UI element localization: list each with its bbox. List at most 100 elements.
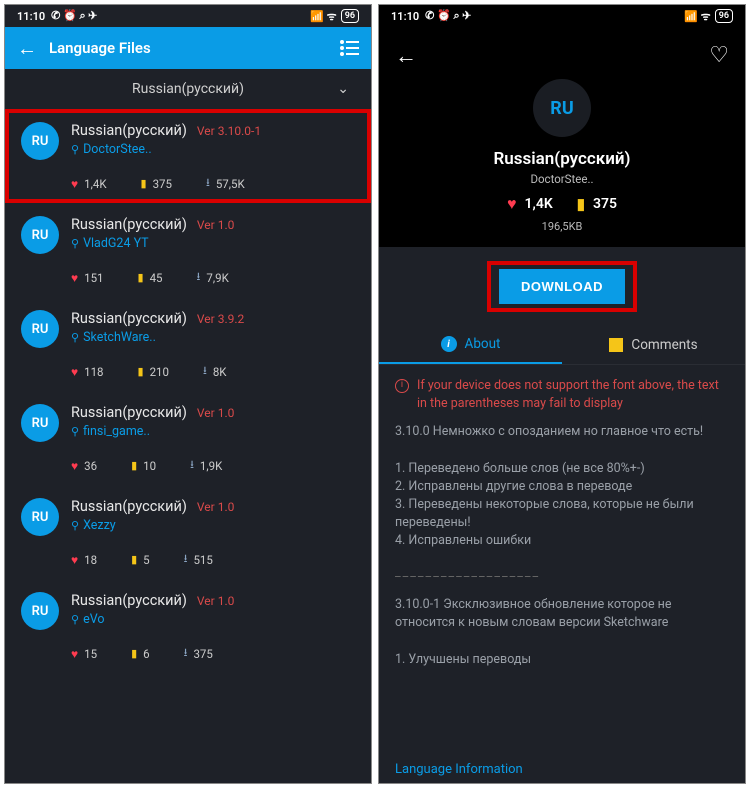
warning-row: i If your device does not support the fo… <box>395 377 729 413</box>
downloads-count: 57,5K <box>216 177 245 191</box>
item-author: Xezzy <box>83 518 116 533</box>
status-bar: 11:10 ✆ ⏰ ⌕ ✈ 📶 ᯤ 96 <box>5 5 371 27</box>
download-icon: ⭳ <box>184 550 188 569</box>
download-button[interactable]: DOWNLOAD <box>499 269 625 304</box>
comment-icon: ▮ <box>138 271 144 284</box>
likes-count: 36 <box>84 459 97 473</box>
comment-icon: ▮ <box>577 195 585 213</box>
body-line: 3. Переведены некоторые слова, которые н… <box>395 496 729 532</box>
comment-icon: ▮ <box>131 553 137 566</box>
separator: ___________________ <box>395 564 729 582</box>
tab-comments[interactable]: Comments <box>562 326 745 364</box>
detail-comments: 375 <box>593 196 617 212</box>
detail-likes: 1,4K <box>525 196 553 212</box>
favorite-icon[interactable]: ♡ <box>709 43 729 69</box>
item-author: finsi_game.. <box>83 424 150 439</box>
person-icon: ⚲ <box>71 613 79 626</box>
info-icon: i <box>441 336 457 352</box>
list-item[interactable]: RU Russian(русский) Ver 1.0 ⚲ finsi_game… <box>5 391 371 485</box>
body-line: 4. Исправлены ошибки <box>395 532 729 550</box>
item-version: Ver 3.10.0-1 <box>197 124 261 138</box>
status-time: 11:10 <box>17 10 45 23</box>
status-icons-left: ✆ ⏰ ⌕ ✈ <box>425 9 471 23</box>
language-list: RU Russian(русский) Ver 3.10.0-1 ⚲ Docto… <box>5 109 371 783</box>
download-icon: ⭳ <box>203 362 207 381</box>
heart-icon: ♥ <box>71 177 78 191</box>
list-item[interactable]: RU Russian(русский) Ver 1.0 ⚲ VladG24 YT… <box>5 203 371 297</box>
comments-count: 10 <box>143 459 156 473</box>
avatar: RU <box>21 404 59 442</box>
tab-about-label: About <box>465 336 501 352</box>
status-icons-left: ✆ ⏰ ⌕ ✈ <box>51 9 97 23</box>
status-time: 11:10 <box>391 10 419 23</box>
item-author: eVo <box>83 612 104 627</box>
item-title: Russian(русский) <box>71 404 187 421</box>
item-version: Ver 1.0 <box>197 406 234 420</box>
heart-icon: ♥ <box>507 194 517 214</box>
likes-count: 15 <box>84 647 97 661</box>
tab-about[interactable]: i About <box>379 326 562 364</box>
comments-count: 210 <box>150 365 169 379</box>
back-icon[interactable]: ← <box>17 36 37 61</box>
status-bar: 11:10 ✆ ⏰ ⌕ ✈ 📶 ᯤ 96 <box>379 5 745 27</box>
comments-count: 45 <box>150 271 163 285</box>
body-line: 1. Улучшены переводы <box>395 651 729 669</box>
list-item[interactable]: RU Russian(русский) Ver 3.10.0-1 ⚲ Docto… <box>5 109 371 203</box>
heart-icon: ♥ <box>71 459 78 473</box>
item-title: Russian(русский) <box>71 592 187 609</box>
detail-author: DoctorStee.. <box>530 172 593 186</box>
item-author: DoctorStee.. <box>83 142 152 157</box>
item-title: Russian(русский) <box>71 216 187 233</box>
person-icon: ⚲ <box>71 331 79 344</box>
avatar: RU <box>21 216 59 254</box>
list-item[interactable]: RU Russian(русский) Ver 1.0 ⚲ eVo ♥15 ▮6… <box>5 579 371 673</box>
download-highlight: DOWNLOAD <box>491 265 633 308</box>
battery-indicator: 96 <box>715 9 733 23</box>
person-icon: ⚲ <box>71 237 79 250</box>
likes-count: 18 <box>84 553 97 567</box>
person-icon: ⚲ <box>71 519 79 532</box>
detail-header: ← ♡ RU Russian(русский) DoctorStee.. ♥ 1,… <box>379 27 745 247</box>
view-list-icon[interactable] <box>339 40 359 56</box>
download-icon: ⭳ <box>206 174 210 193</box>
download-icon: ⭳ <box>190 456 194 475</box>
comment-icon: ▮ <box>141 177 147 190</box>
comments-count: 6 <box>143 647 149 661</box>
download-icon: ⭳ <box>184 644 188 663</box>
comment-icon: ▮ <box>131 647 137 660</box>
list-item[interactable]: RU Russian(русский) Ver 3.9.2 ⚲ SketchWa… <box>5 297 371 391</box>
filter-label: Russian(русский) <box>132 81 244 97</box>
comment-icon: ▮ <box>131 459 137 472</box>
detail-title: Russian(русский) <box>493 149 630 169</box>
body-line: 2. Исправлены другие слова в переводе <box>395 478 729 496</box>
item-version: Ver 1.0 <box>197 218 234 232</box>
body-line: 3.10.0-1 Эксклюзивное обновление которое… <box>395 596 729 632</box>
downloads-count: 8K <box>213 365 227 379</box>
list-item[interactable]: RU Russian(русский) Ver 1.0 ⚲ Xezzy ♥18 … <box>5 485 371 579</box>
item-author: SketchWare.. <box>83 330 156 345</box>
back-icon[interactable]: ← <box>395 43 417 69</box>
comments-count: 375 <box>153 177 172 191</box>
footer-link[interactable]: Language Information <box>379 762 745 783</box>
item-author: VladG24 YT <box>83 236 149 251</box>
avatar: RU <box>21 310 59 348</box>
person-icon: ⚲ <box>71 143 79 156</box>
comment-icon <box>609 338 623 352</box>
heart-icon: ♥ <box>71 553 78 567</box>
warning-icon: i <box>395 379 409 393</box>
downloads-count: 515 <box>193 553 212 567</box>
item-title: Russian(русский) <box>71 122 187 139</box>
downloads-count: 1,9K <box>200 459 222 473</box>
item-title: Russian(русский) <box>71 310 187 327</box>
avatar: RU <box>21 122 59 160</box>
downloads-count: 375 <box>193 647 212 661</box>
likes-count: 118 <box>84 365 103 379</box>
wifi-icon: 📶 ᯤ <box>684 9 710 24</box>
person-icon: ⚲ <box>71 425 79 438</box>
battery-indicator: 96 <box>341 9 359 23</box>
warning-text: If your device does not support the font… <box>417 377 729 413</box>
language-filter-row[interactable]: Russian(русский) ⌄ <box>5 69 371 109</box>
detail-avatar: RU <box>533 79 591 137</box>
likes-count: 151 <box>84 271 103 285</box>
downloads-count: 7,9K <box>206 271 228 285</box>
